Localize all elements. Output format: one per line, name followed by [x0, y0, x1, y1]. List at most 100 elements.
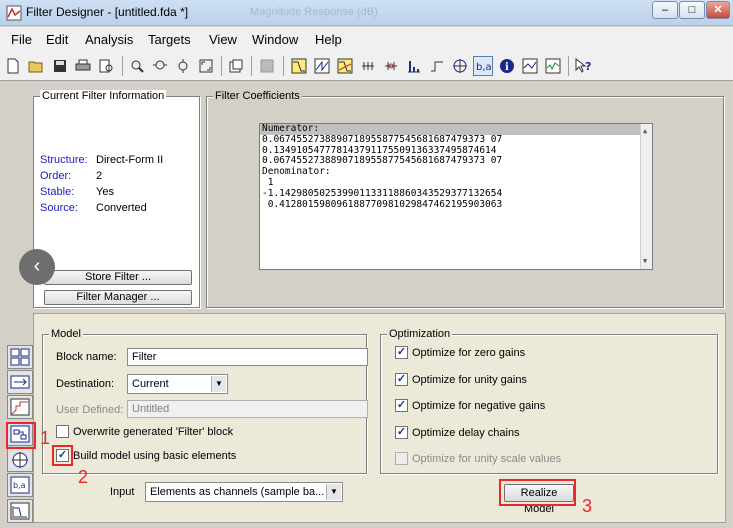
- structure-row: Structure: Direct-Form II: [40, 154, 163, 166]
- back-arrow-icon[interactable]: ‹: [19, 249, 55, 285]
- phase-delay-icon[interactable]: [381, 56, 401, 76]
- menu-window[interactable]: Window: [252, 32, 298, 47]
- overwrite-block-checkbox[interactable]: Overwrite generated 'Filter' block: [56, 425, 233, 438]
- optimize-unity-scale-label: Optimize for unity scale values: [412, 452, 562, 465]
- coefficients-scrollbar[interactable]: ▲ ▼: [640, 124, 652, 269]
- magnitude-estimate-icon[interactable]: [520, 56, 540, 76]
- pole-zero-icon[interactable]: [450, 56, 470, 76]
- svg-text:b,a: b,a: [476, 62, 491, 73]
- toolbar-separator: [122, 56, 123, 76]
- menu-bar: File Edit Analysis Targets View Window H…: [0, 27, 733, 51]
- annotation-number-3: 3: [582, 496, 593, 516]
- sidebar-convert-structure-icon[interactable]: [7, 370, 33, 394]
- realize-model-panel: Model Block name: Filter Destination: Cu…: [33, 313, 726, 523]
- block-name-field[interactable]: Filter: [127, 348, 368, 366]
- filter-designer-app-icon: [6, 5, 22, 21]
- toolbar-separator: [568, 56, 569, 76]
- whats-this-icon[interactable]: ?: [574, 56, 594, 76]
- impulse-response-icon[interactable]: [404, 56, 424, 76]
- model-group-title: Model: [49, 328, 83, 340]
- open-icon[interactable]: [26, 56, 46, 76]
- sidebar-pole-zero-editor-icon[interactable]: [7, 448, 33, 472]
- zoom-in-icon[interactable]: [127, 56, 147, 76]
- menu-view[interactable]: View: [209, 32, 237, 47]
- filter-manager-button[interactable]: Filter Manager ...: [44, 290, 192, 305]
- sidebar-design-filter-icon[interactable]: [7, 499, 33, 523]
- destination-select[interactable]: Current ▼: [127, 374, 228, 394]
- annotation-number-1: 1: [40, 428, 51, 448]
- group-delay-icon[interactable]: [358, 56, 378, 76]
- coefficients-listbox[interactable]: Numerator: 0.067455273889071895587754568…: [259, 123, 653, 270]
- stable-row: Stable: Yes: [40, 186, 114, 198]
- input-label: Input: [110, 486, 135, 498]
- toolbar-separator: [283, 56, 284, 76]
- menu-help[interactable]: Help: [315, 32, 342, 47]
- scroll-down-icon[interactable]: ▼: [643, 256, 647, 267]
- optimization-group-title: Optimization: [387, 328, 453, 340]
- source-label: Source:: [40, 202, 78, 214]
- basic-elements-label: Build model using basic elements: [73, 449, 237, 462]
- minimize-button[interactable]: –: [652, 1, 678, 19]
- optimize-unity-scale-checkbox: Optimize for unity scale values: [395, 452, 561, 465]
- window-title-ghost: Magnitude Response (dB): [250, 6, 378, 18]
- filter-coefficients-icon[interactable]: b,a: [473, 56, 493, 76]
- annotation-box-checkbox: [52, 445, 73, 466]
- sidebar-quantize-icon[interactable]: [7, 395, 33, 419]
- optimize-delay-chains-checkbox[interactable]: ✓ Optimize delay chains: [395, 426, 520, 439]
- magnitude-phase-icon[interactable]: [335, 56, 355, 76]
- user-defined-label: User Defined:: [56, 404, 124, 416]
- menu-analysis[interactable]: Analysis: [85, 32, 133, 47]
- full-view-icon[interactable]: [196, 56, 216, 76]
- step-response-icon[interactable]: [427, 56, 447, 76]
- order-value: 2: [96, 170, 103, 182]
- coefficient-line: Denominator:: [262, 166, 331, 178]
- overwrite-block-label: Overwrite generated 'Filter' block: [73, 425, 234, 438]
- annotation-box-sidebar: [6, 422, 36, 449]
- new-icon[interactable]: [3, 56, 23, 76]
- toolbar: b,a i ?: [0, 51, 733, 81]
- structure-label: Structure:: [40, 154, 88, 166]
- checkmark-icon[interactable]: ✓: [395, 399, 408, 412]
- coefficient-line: -1.1429805025399011331188603435293771326…: [262, 187, 503, 199]
- new-window-icon[interactable]: [226, 56, 246, 76]
- input-select[interactable]: Elements as channels (sample ba... ▼: [145, 482, 343, 502]
- menu-edit[interactable]: Edit: [46, 32, 68, 47]
- checkmark-icon[interactable]: ✓: [395, 346, 408, 359]
- store-filter-button[interactable]: Store Filter ...: [44, 270, 192, 285]
- checkmark-icon[interactable]: ✓: [395, 426, 408, 439]
- svg-text:b,a: b,a: [13, 481, 26, 490]
- sidebar-multirate-icon[interactable]: b,a: [7, 473, 33, 497]
- basic-elements-checkbox[interactable]: ✓ Build model using basic elements: [56, 449, 236, 462]
- sidebar-transform-icon[interactable]: [7, 345, 33, 369]
- svg-text:i: i: [505, 62, 509, 73]
- maximize-button[interactable]: □: [679, 1, 705, 19]
- optimize-unity-gains-checkbox[interactable]: ✓ Optimize for unity gains: [395, 373, 527, 386]
- optimize-negative-gains-checkbox[interactable]: ✓ Optimize for negative gains: [395, 399, 545, 412]
- legend-icon: [257, 56, 277, 76]
- client-area: Current Filter Information Structure: Dir…: [0, 82, 733, 528]
- optimize-zero-gains-checkbox[interactable]: ✓ Optimize for zero gains: [395, 346, 525, 359]
- menu-targets[interactable]: Targets: [148, 32, 191, 47]
- scroll-up-icon[interactable]: ▲: [643, 126, 647, 137]
- annotation-number-2: 2: [78, 467, 89, 487]
- source-row: Source: Converted: [40, 202, 147, 214]
- structure-value: Direct-Form II: [96, 154, 164, 166]
- print-preview-icon[interactable]: [96, 56, 116, 76]
- zoom-x-icon[interactable]: [150, 56, 170, 76]
- checkmark-icon[interactable]: ✓: [395, 373, 408, 386]
- checkbox-box[interactable]: [56, 425, 69, 438]
- round-off-noise-icon[interactable]: [543, 56, 563, 76]
- save-icon[interactable]: [50, 56, 70, 76]
- input-value: Elements as channels (sample ba...: [150, 486, 325, 498]
- menu-file[interactable]: File: [11, 32, 32, 47]
- magnitude-response-icon[interactable]: [289, 56, 309, 76]
- chevron-down-icon[interactable]: ▼: [211, 376, 226, 392]
- source-value: Converted: [96, 202, 147, 214]
- phase-response-icon[interactable]: [312, 56, 332, 76]
- filter-info-icon[interactable]: i: [497, 56, 517, 76]
- print-icon[interactable]: [73, 56, 93, 76]
- close-button[interactable]: ✕: [706, 1, 730, 19]
- zoom-y-icon[interactable]: [173, 56, 193, 76]
- stable-value: Yes: [96, 186, 114, 198]
- chevron-down-icon[interactable]: ▼: [326, 484, 341, 500]
